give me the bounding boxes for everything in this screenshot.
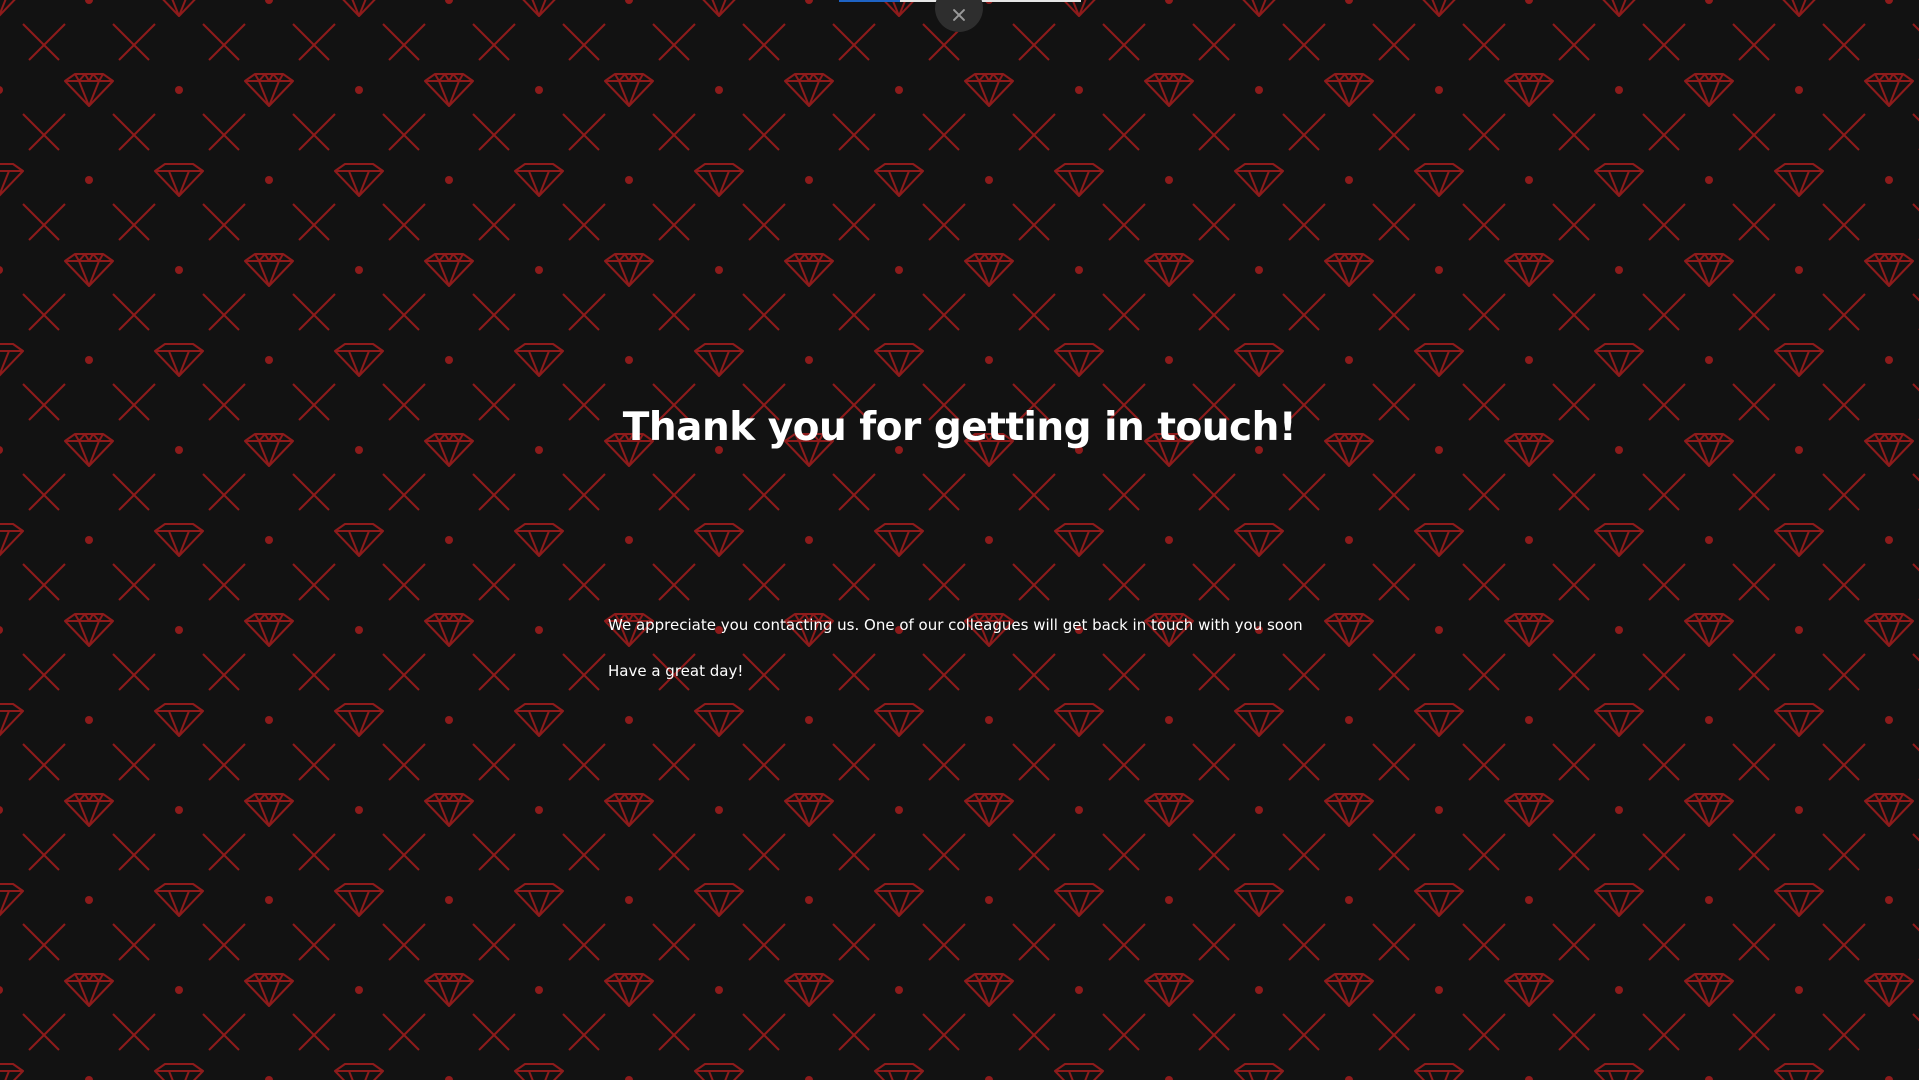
close-icon — [952, 8, 966, 22]
page-title: Thank you for getting in touch! — [622, 405, 1297, 450]
message-block: We appreciate you contacting us. One of … — [608, 612, 1328, 684]
top-progress-fill — [839, 0, 900, 2]
diamond-pattern-background — [0, 0, 1919, 1080]
sign-off-text: Have a great day! — [608, 662, 744, 680]
thank-you-message: We appreciate you contacting us. One of … — [608, 616, 1303, 634]
